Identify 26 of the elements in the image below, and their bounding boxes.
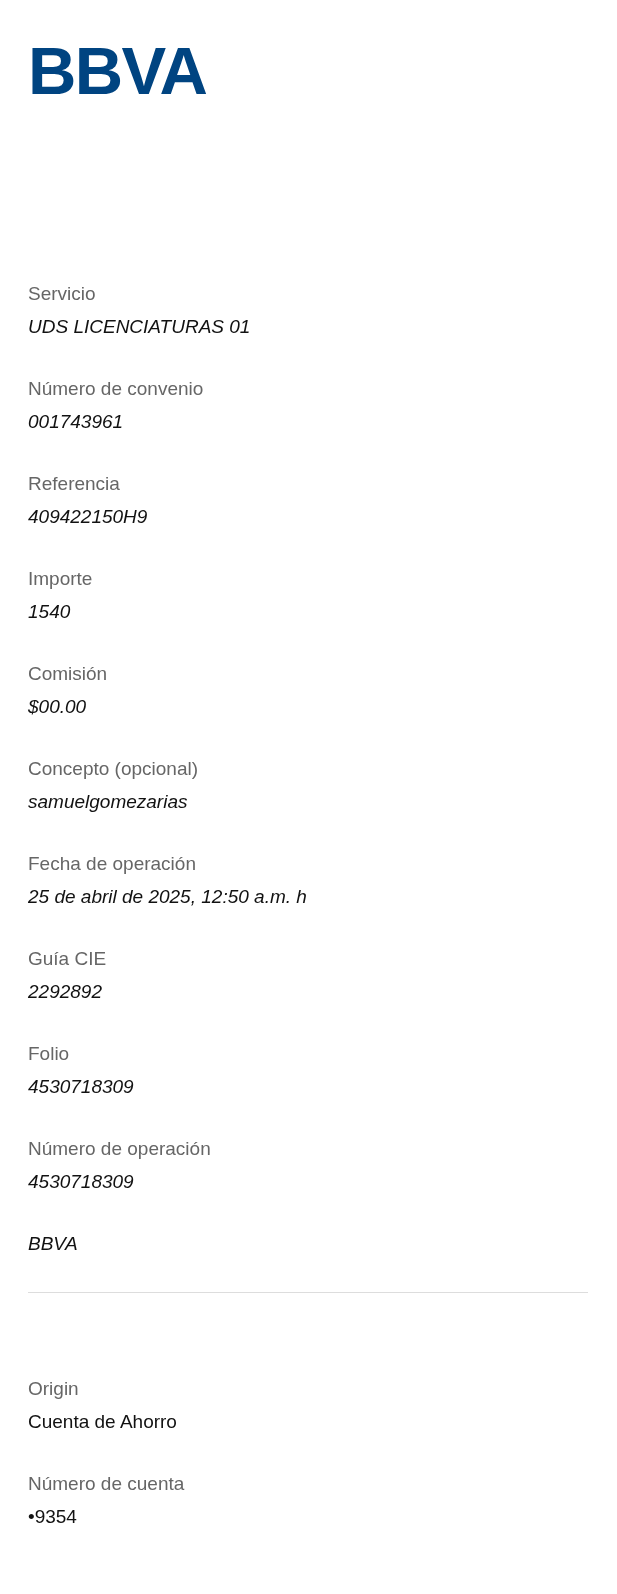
field-label: Origin xyxy=(28,1377,79,1401)
field-label: Fecha de operación xyxy=(28,852,196,876)
field-label: Concepto (opcional) xyxy=(28,757,199,781)
field-value: 1540 xyxy=(28,600,71,624)
field-value: 001743961 xyxy=(28,410,124,434)
field-value: $00.00 xyxy=(28,695,87,719)
field-value: •9354 xyxy=(28,1505,77,1529)
field-value: 25 de abril de 2025, 12:50 a.m. h xyxy=(28,885,307,909)
field-value: samuelgomezarias xyxy=(28,790,188,814)
bank-logo: BBVA xyxy=(28,36,207,106)
field-label: Importe xyxy=(28,567,93,591)
field-value: UDS LICENCIATURAS 01 xyxy=(28,315,251,339)
field-label: Número de operación xyxy=(28,1137,211,1161)
field-label: Comisión xyxy=(28,662,108,686)
field-label: Referencia xyxy=(28,472,120,496)
field-value: 409422150H9 xyxy=(28,505,148,529)
field-label: Servicio xyxy=(28,282,96,306)
field-label: Folio xyxy=(28,1042,70,1066)
field-label: Guía CIE xyxy=(28,947,107,971)
field-value: 4530718309 xyxy=(28,1075,134,1099)
field-label: Número de convenio xyxy=(28,377,204,401)
bank-name: BBVA xyxy=(28,1232,78,1256)
field-value: Cuenta de Ahorro xyxy=(28,1410,177,1434)
field-value: 2292892 xyxy=(28,980,102,1004)
field-label: Número de cuenta xyxy=(28,1472,185,1496)
field-value: 4530718309 xyxy=(28,1170,134,1194)
